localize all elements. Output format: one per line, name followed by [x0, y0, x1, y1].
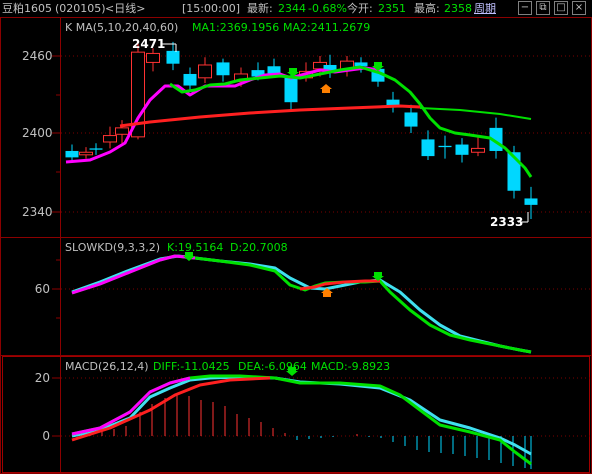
kd-d-value: D:20.7008	[230, 241, 288, 254]
candle-body-up	[103, 135, 117, 143]
macd-diff-value: DIFF:-11.0425	[153, 360, 230, 373]
candle-body-up	[471, 147, 485, 153]
macd-diff-line	[71, 374, 532, 466]
ma-legend: K MA(5,10,20,40,60) MA1:2369.1956 MA2:24…	[65, 21, 585, 34]
macd-legend: MACD(26,12,4) DIFF:-11.0425 DEA:-6.0964 …	[65, 360, 585, 373]
kd-legend: SLOWKD(9,3,3,2) K:19.5164 D:20.7008	[65, 241, 585, 254]
price-tick-2460: 2460	[22, 49, 53, 63]
low-price-annotation: 2333	[490, 215, 524, 229]
candle-body-up	[115, 127, 129, 135]
macd-tick-0: 0	[42, 429, 50, 443]
kd-tick-60: 60	[34, 282, 50, 296]
candle-body-down	[284, 77, 298, 103]
candle-body-down	[166, 50, 180, 64]
macd-dea-value: DEA:-6.0964	[238, 360, 307, 373]
candle-body-down	[183, 73, 197, 86]
candle-body-down	[421, 139, 435, 157]
kline-chart	[0, 17, 592, 474]
macd-tick-20: 20	[34, 371, 50, 385]
candle-body-up	[198, 64, 212, 79]
price-tick-2400: 2400	[22, 126, 53, 140]
high-price-annotation: 2471	[132, 37, 166, 51]
buy-signal-arrow	[320, 84, 332, 93]
candle-body-down	[438, 145, 452, 148]
kd-k-segment-magenta	[71, 254, 196, 295]
candle-body-up	[146, 52, 160, 63]
candle-body-down	[354, 62, 368, 67]
candlestick-layer	[65, 41, 538, 219]
kd-k-value: K:19.5164	[167, 241, 224, 254]
ma1-value: MA1:2369.1956	[192, 21, 280, 34]
slowkd-layer	[71, 254, 532, 354]
candle-body-down	[524, 198, 538, 205]
ma10-line	[169, 65, 533, 178]
candle-body-down	[404, 112, 418, 127]
ma20-line	[119, 104, 421, 128]
candle-body-up	[79, 151, 93, 156]
kd-legend-title: SLOWKD(9,3,3,2)	[65, 241, 161, 254]
axis-ticks	[52, 55, 60, 437]
candle-body-down	[455, 144, 469, 155]
ma2-value: MA2:2411.2679	[283, 21, 371, 34]
kd-k-line	[71, 254, 532, 354]
macd-legend-title: MACD(26,12,4)	[65, 360, 149, 373]
price-tick-2340: 2340	[22, 205, 53, 219]
ma-legend-title: K MA(5,10,20,40,60)	[65, 21, 179, 34]
candle-body-down	[65, 150, 79, 158]
candle-body-down	[216, 62, 230, 76]
macd-hist-value: MACD:-9.8923	[311, 360, 391, 373]
ma40-line	[419, 107, 532, 120]
macd-layer	[71, 374, 532, 469]
candle-body-down	[89, 148, 103, 150]
